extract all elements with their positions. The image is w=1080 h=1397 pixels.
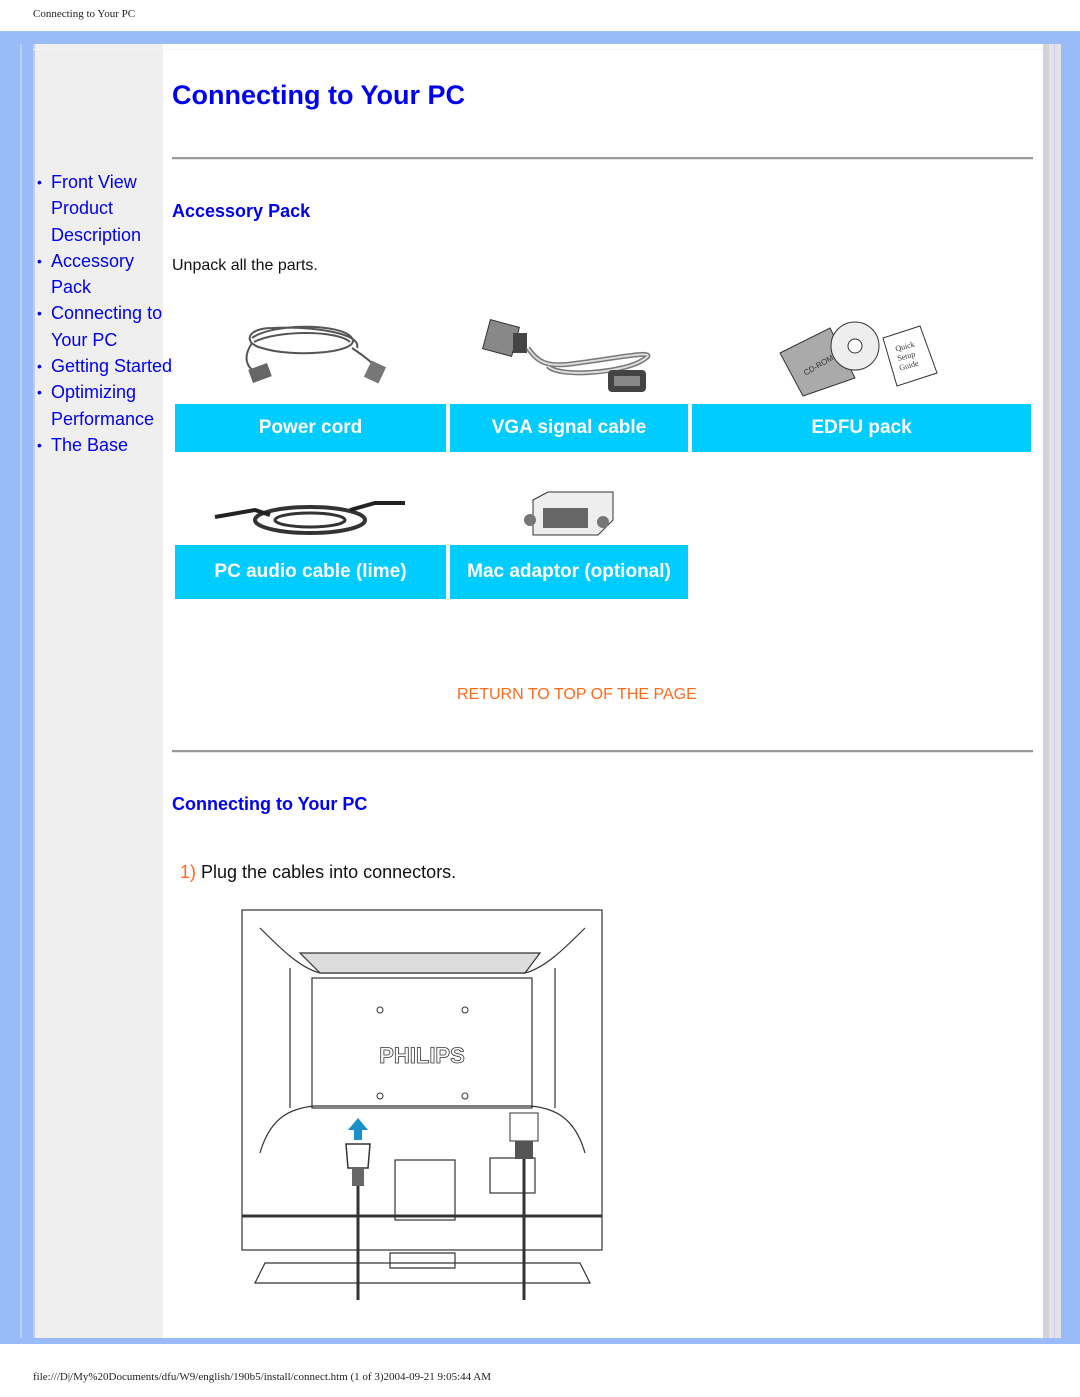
philips-logo: PHILIPS: [379, 1043, 465, 1068]
sidebar-item-optimizing[interactable]: • Optimizing Performance: [32, 379, 176, 432]
mac-adaptor-image: [524, 491, 614, 536]
sidebar-item-connecting[interactable]: • Connecting to Your PC: [32, 300, 176, 353]
sidebar-link-front-view[interactable]: Front View Product Description: [51, 172, 141, 245]
bullet-icon: •: [37, 252, 42, 269]
sidebar-nav: • Front View Product Description • Accesso…: [32, 169, 176, 458]
print-header: Connecting to Your PC: [33, 8, 136, 20]
scrollbar-gutter: [1043, 44, 1061, 1338]
label-edfu-pack: EDFU pack: [692, 404, 1031, 452]
label-mac-adaptor: Mac adaptor (optional): [450, 545, 688, 599]
bullet-icon: •: [37, 436, 42, 453]
bullet-icon: •: [37, 305, 42, 322]
sidebar-link-getting-started[interactable]: Getting Started: [51, 356, 172, 376]
bullet-icon: •: [37, 384, 42, 401]
connecting-heading: Connecting to Your PC: [172, 794, 368, 814]
sidebar-item-front-view[interactable]: • Front View Product Description: [32, 169, 176, 248]
sidebar-item-the-base[interactable]: • The Base: [32, 432, 176, 458]
step-1: 1) Plug the cables into connectors.: [180, 862, 456, 883]
divider: [172, 157, 1033, 160]
vga-cable-image: [482, 319, 651, 392]
sidebar-item-getting-started[interactable]: • Getting Started: [32, 353, 176, 379]
divider: [172, 750, 1033, 753]
label-power-cord: Power cord: [175, 404, 446, 452]
edfu-pack-image: CD-ROM Quick Setup Guide: [779, 321, 938, 397]
step-number: 1): [180, 862, 197, 882]
bullet-icon: •: [37, 358, 42, 375]
arrow-up-icon: [348, 1118, 368, 1140]
bullet-icon: •: [37, 174, 42, 190]
accessory-intro: Unpack all the parts.: [172, 257, 318, 274]
monitor-rear-diagram: PHILIPS: [241, 909, 603, 1300]
page-title: Connecting to Your PC: [172, 80, 465, 110]
sidebar-item-accessory-pack[interactable]: • Accessory Pack: [32, 248, 176, 301]
step-text: Plug the cables into connectors.: [201, 862, 457, 882]
accessory-pack-heading: Accessory Pack: [172, 201, 311, 221]
power-cord-image: [245, 325, 387, 384]
sidebar-link-the-base[interactable]: The Base: [51, 435, 128, 455]
print-footer: file:///D|/My%20Documents/dfu/W9/english…: [33, 1371, 492, 1383]
return-to-top-link[interactable]: RETURN TO TOP OF THE PAGE: [457, 686, 697, 704]
sidebar-link-accessory-pack[interactable]: Accessory Pack: [51, 251, 134, 297]
top-rule: [33, 49, 1043, 50]
label-audio-cable: PC audio cable (lime): [175, 545, 446, 599]
sidebar-link-connecting[interactable]: Connecting to Your PC: [51, 303, 162, 349]
sidebar-link-optimizing[interactable]: Optimizing Performance: [51, 382, 154, 428]
audio-cable-image: [214, 501, 405, 535]
frame-divider: [20, 44, 22, 1338]
label-vga-cable: VGA signal cable: [450, 404, 688, 452]
